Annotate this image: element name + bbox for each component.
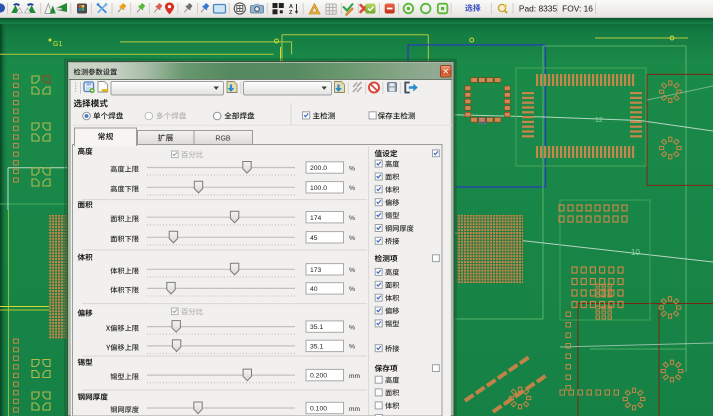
svg-text:35.1: 35.1 — [310, 324, 323, 331]
svg-text:%: % — [349, 286, 355, 293]
svg-text:13: 13 — [478, 119, 486, 126]
svg-text:0.100: 0.100 — [310, 406, 327, 413]
svg-text:FOV: 16: FOV: 16 — [562, 3, 593, 13]
svg-text:12: 12 — [595, 117, 603, 124]
svg-text:0.200: 0.200 — [310, 373, 327, 380]
svg-text:G1: G1 — [53, 41, 62, 48]
svg-text:%: % — [349, 235, 355, 242]
svg-text:%: % — [349, 165, 355, 172]
svg-text:%: % — [349, 215, 355, 222]
svg-text:174: 174 — [310, 215, 322, 222]
svg-text:RGB: RGB — [215, 135, 231, 142]
svg-text:%: % — [349, 324, 355, 331]
svg-text:mm: mm — [349, 406, 360, 413]
svg-text:100.0: 100.0 — [310, 185, 327, 192]
svg-text:mm: mm — [349, 373, 360, 380]
svg-text:45: 45 — [310, 235, 318, 242]
svg-text:10: 10 — [631, 248, 640, 257]
svg-text:%: % — [349, 344, 355, 351]
svg-text:Pad: 8335: Pad: 8335 — [519, 3, 558, 13]
svg-text:%: % — [349, 267, 355, 274]
svg-text:40: 40 — [310, 286, 318, 293]
svg-text:35.1: 35.1 — [310, 344, 323, 351]
svg-text:173: 173 — [310, 267, 322, 274]
svg-text:%: % — [349, 185, 355, 192]
svg-text:200.0: 200.0 — [310, 165, 327, 172]
